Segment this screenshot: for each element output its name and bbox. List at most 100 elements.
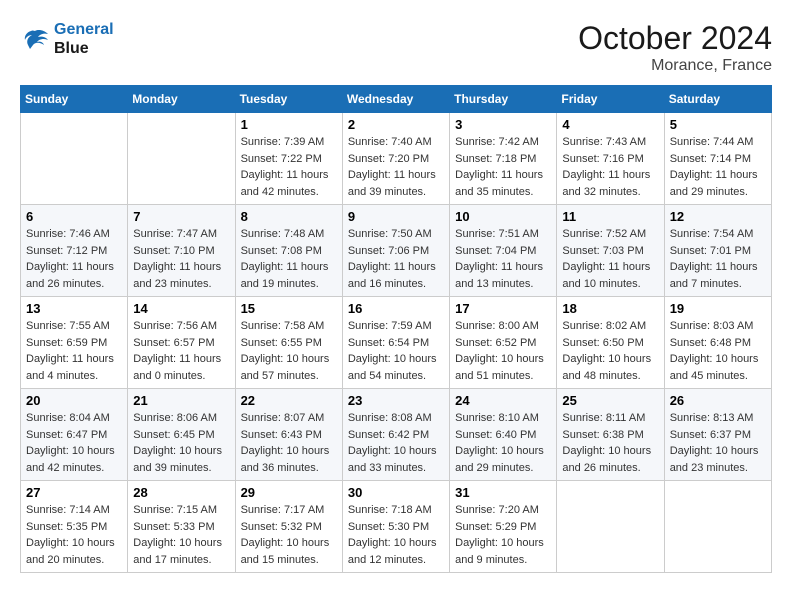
- day-number: 27: [26, 485, 122, 500]
- calendar-cell: 26 Sunrise: 8:13 AM Sunset: 6:37 PM Dayli…: [664, 389, 771, 481]
- day-info: Sunrise: 7:59 AM Sunset: 6:54 PM Dayligh…: [348, 318, 444, 384]
- calendar-cell: [664, 481, 771, 573]
- logo-text: General Blue: [54, 20, 114, 58]
- day-number: 2: [348, 117, 444, 132]
- weekday-header: Tuesday: [235, 86, 342, 113]
- day-number: 30: [348, 485, 444, 500]
- calendar-cell: 29 Sunrise: 7:17 AM Sunset: 5:32 PM Dayli…: [235, 481, 342, 573]
- calendar-cell: 9Sunrise: 7:50 AM Sunset: 7:06 PM Daylig…: [342, 205, 449, 297]
- day-number: 18: [562, 301, 658, 316]
- calendar-cell: 4 Sunrise: 7:43 AM Sunset: 7:16 PM Daylig…: [557, 113, 664, 205]
- day-info: Sunrise: 7:47 AM Sunset: 7:10 PM Dayligh…: [133, 226, 229, 292]
- day-number: 7: [133, 209, 229, 224]
- day-info: Sunrise: 7:39 AM Sunset: 7:22 PM Dayligh…: [241, 134, 337, 200]
- day-number: 26: [670, 393, 766, 408]
- day-info: Sunrise: 8:13 AM Sunset: 6:37 PM Dayligh…: [670, 410, 766, 476]
- calendar-cell: 13 Sunrise: 7:55 AM Sunset: 6:59 PM Dayli…: [21, 297, 128, 389]
- day-info: Sunrise: 7:54 AM Sunset: 7:01 PM Dayligh…: [670, 226, 766, 292]
- calendar-cell: 31 Sunrise: 7:20 AM Sunset: 5:29 PM Dayli…: [450, 481, 557, 573]
- day-number: 8: [241, 209, 337, 224]
- calendar-cell: 14 Sunrise: 7:56 AM Sunset: 6:57 PM Dayli…: [128, 297, 235, 389]
- day-number: 31: [455, 485, 551, 500]
- calendar-cell: 12 Sunrise: 7:54 AM Sunset: 7:01 PM Dayli…: [664, 205, 771, 297]
- location: Morance, France: [578, 57, 772, 75]
- calendar-cell: 7 Sunrise: 7:47 AM Sunset: 7:10 PM Daylig…: [128, 205, 235, 297]
- calendar-cell: 15 Sunrise: 7:58 AM Sunset: 6:55 PM Dayli…: [235, 297, 342, 389]
- calendar-cell: 5Sunrise: 7:44 AM Sunset: 7:14 PM Daylig…: [664, 113, 771, 205]
- calendar-cell: [128, 113, 235, 205]
- day-info: Sunrise: 8:07 AM Sunset: 6:43 PM Dayligh…: [241, 410, 337, 476]
- day-info: Sunrise: 7:43 AM Sunset: 7:16 PM Dayligh…: [562, 134, 658, 200]
- calendar-cell: 20 Sunrise: 8:04 AM Sunset: 6:47 PM Dayli…: [21, 389, 128, 481]
- day-info: Sunrise: 7:48 AM Sunset: 7:08 PM Dayligh…: [241, 226, 337, 292]
- day-number: 28: [133, 485, 229, 500]
- weekday-header: Friday: [557, 86, 664, 113]
- calendar-cell: [557, 481, 664, 573]
- day-number: 20: [26, 393, 122, 408]
- day-info: Sunrise: 7:18 AM Sunset: 5:30 PM Dayligh…: [348, 502, 444, 568]
- calendar-cell: 16Sunrise: 7:59 AM Sunset: 6:54 PM Dayli…: [342, 297, 449, 389]
- calendar-cell: 3 Sunrise: 7:42 AM Sunset: 7:18 PM Daylig…: [450, 113, 557, 205]
- day-info: Sunrise: 7:20 AM Sunset: 5:29 PM Dayligh…: [455, 502, 551, 568]
- day-number: 15: [241, 301, 337, 316]
- calendar-cell: 8 Sunrise: 7:48 AM Sunset: 7:08 PM Daylig…: [235, 205, 342, 297]
- day-info: Sunrise: 7:15 AM Sunset: 5:33 PM Dayligh…: [133, 502, 229, 568]
- day-number: 19: [670, 301, 766, 316]
- calendar-table: SundayMondayTuesdayWednesdayThursdayFrid…: [20, 85, 772, 573]
- day-info: Sunrise: 8:04 AM Sunset: 6:47 PM Dayligh…: [26, 410, 122, 476]
- calendar-cell: 22Sunrise: 8:07 AM Sunset: 6:43 PM Dayli…: [235, 389, 342, 481]
- weekday-header: Thursday: [450, 86, 557, 113]
- logo-icon: [20, 27, 50, 51]
- day-number: 14: [133, 301, 229, 316]
- day-info: Sunrise: 8:10 AM Sunset: 6:40 PM Dayligh…: [455, 410, 551, 476]
- logo: General Blue: [20, 20, 114, 58]
- day-number: 12: [670, 209, 766, 224]
- calendar-cell: 24 Sunrise: 8:10 AM Sunset: 6:40 PM Dayli…: [450, 389, 557, 481]
- weekday-header: Wednesday: [342, 86, 449, 113]
- calendar-cell: 30 Sunrise: 7:18 AM Sunset: 5:30 PM Dayli…: [342, 481, 449, 573]
- day-number: 23: [348, 393, 444, 408]
- day-number: 13: [26, 301, 122, 316]
- day-info: Sunrise: 7:52 AM Sunset: 7:03 PM Dayligh…: [562, 226, 658, 292]
- calendar-cell: 6Sunrise: 7:46 AM Sunset: 7:12 PM Daylig…: [21, 205, 128, 297]
- day-number: 10: [455, 209, 551, 224]
- day-number: 21: [133, 393, 229, 408]
- day-info: Sunrise: 7:42 AM Sunset: 7:18 PM Dayligh…: [455, 134, 551, 200]
- day-number: 25: [562, 393, 658, 408]
- weekday-header: Monday: [128, 86, 235, 113]
- calendar-cell: 2 Sunrise: 7:40 AM Sunset: 7:20 PM Daylig…: [342, 113, 449, 205]
- day-info: Sunrise: 7:55 AM Sunset: 6:59 PM Dayligh…: [26, 318, 122, 384]
- day-number: 17: [455, 301, 551, 316]
- calendar-cell: 23 Sunrise: 8:08 AM Sunset: 6:42 PM Dayli…: [342, 389, 449, 481]
- weekday-header: Saturday: [664, 86, 771, 113]
- month-title: October 2024: [578, 20, 772, 57]
- title-block: October 2024 Morance, France: [578, 20, 772, 75]
- day-info: Sunrise: 7:56 AM Sunset: 6:57 PM Dayligh…: [133, 318, 229, 384]
- day-number: 24: [455, 393, 551, 408]
- day-number: 4: [562, 117, 658, 132]
- day-info: Sunrise: 8:08 AM Sunset: 6:42 PM Dayligh…: [348, 410, 444, 476]
- day-number: 3: [455, 117, 551, 132]
- calendar-cell: 10Sunrise: 7:51 AM Sunset: 7:04 PM Dayli…: [450, 205, 557, 297]
- calendar-cell: 27Sunrise: 7:14 AM Sunset: 5:35 PM Dayli…: [21, 481, 128, 573]
- calendar-cell: [21, 113, 128, 205]
- day-info: Sunrise: 8:03 AM Sunset: 6:48 PM Dayligh…: [670, 318, 766, 384]
- day-info: Sunrise: 8:00 AM Sunset: 6:52 PM Dayligh…: [455, 318, 551, 384]
- day-info: Sunrise: 7:17 AM Sunset: 5:32 PM Dayligh…: [241, 502, 337, 568]
- calendar-cell: 21 Sunrise: 8:06 AM Sunset: 6:45 PM Dayli…: [128, 389, 235, 481]
- day-info: Sunrise: 7:44 AM Sunset: 7:14 PM Dayligh…: [670, 134, 766, 200]
- day-number: 11: [562, 209, 658, 224]
- calendar-cell: 11 Sunrise: 7:52 AM Sunset: 7:03 PM Dayli…: [557, 205, 664, 297]
- day-number: 1: [241, 117, 337, 132]
- day-info: Sunrise: 7:58 AM Sunset: 6:55 PM Dayligh…: [241, 318, 337, 384]
- day-info: Sunrise: 8:11 AM Sunset: 6:38 PM Dayligh…: [562, 410, 658, 476]
- calendar-cell: 25 Sunrise: 8:11 AM Sunset: 6:38 PM Dayli…: [557, 389, 664, 481]
- calendar-cell: 1 Sunrise: 7:39 AM Sunset: 7:22 PM Daylig…: [235, 113, 342, 205]
- day-info: Sunrise: 7:40 AM Sunset: 7:20 PM Dayligh…: [348, 134, 444, 200]
- day-info: Sunrise: 8:06 AM Sunset: 6:45 PM Dayligh…: [133, 410, 229, 476]
- day-info: Sunrise: 7:50 AM Sunset: 7:06 PM Dayligh…: [348, 226, 444, 292]
- calendar-cell: 28 Sunrise: 7:15 AM Sunset: 5:33 PM Dayli…: [128, 481, 235, 573]
- day-info: Sunrise: 7:46 AM Sunset: 7:12 PM Dayligh…: [26, 226, 122, 292]
- calendar-cell: 18Sunrise: 8:02 AM Sunset: 6:50 PM Dayli…: [557, 297, 664, 389]
- day-number: 29: [241, 485, 337, 500]
